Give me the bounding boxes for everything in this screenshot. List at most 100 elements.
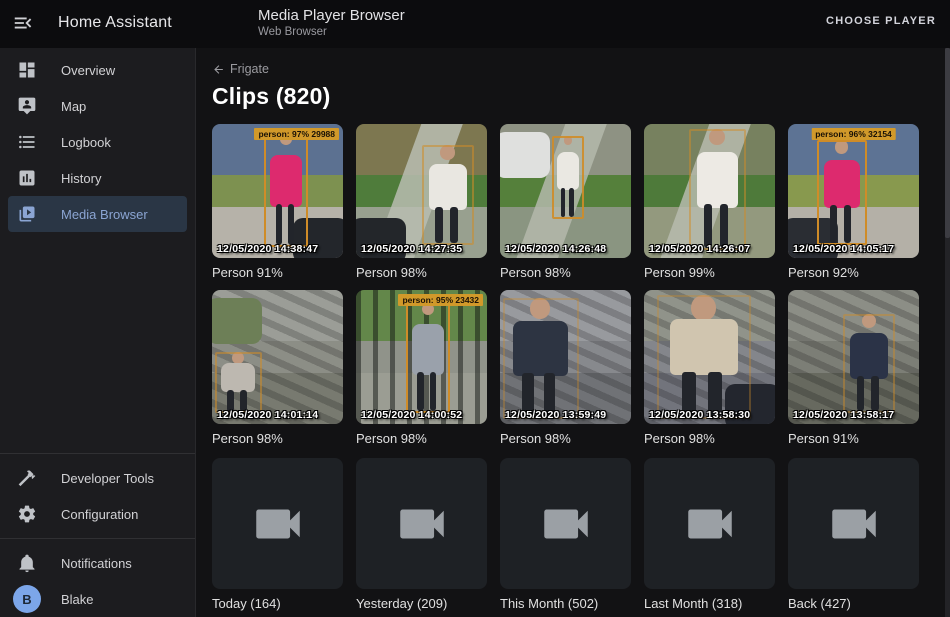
- clip-card[interactable]: 12/05/2020 14:26:48 Person 98%: [500, 124, 631, 280]
- sidebar-item-label: Media Browser: [61, 207, 148, 222]
- sidebar-item-overview[interactable]: Overview: [8, 52, 187, 88]
- sidebar-item-history[interactable]: History: [8, 160, 187, 196]
- clip-thumbnail: 12/05/2020 14:26:07: [644, 124, 775, 258]
- menu-open-icon: [12, 12, 34, 34]
- video-camera-icon: [537, 495, 595, 553]
- avatar: B: [13, 585, 41, 613]
- clip-timestamp: 12/05/2020 14:05:17: [793, 243, 894, 255]
- scrollbar[interactable]: [945, 48, 950, 617]
- sidebar-item-label: History: [61, 171, 101, 186]
- folder-tile: [212, 458, 343, 589]
- clip-card[interactable]: 12/05/2020 14:27:35 Person 98%: [356, 124, 487, 280]
- choose-player-button[interactable]: CHOOSE PLAYER: [826, 15, 936, 27]
- clip-timestamp: 12/05/2020 14:38:47: [217, 243, 318, 255]
- detection-bounding-box: [503, 298, 579, 419]
- folder-card-yesterday[interactable]: Yesterday (209): [356, 458, 487, 611]
- clip-thumbnail: person: 97% 29988 12/05/2020 14:38:47: [212, 124, 343, 258]
- folder-card-today[interactable]: Today (164): [212, 458, 343, 611]
- detection-bounding-box: [215, 352, 262, 414]
- folder-card-back[interactable]: Back (427): [788, 458, 919, 611]
- sidebar-item-label: Notifications: [61, 556, 132, 571]
- clip-thumbnail: 12/05/2020 14:26:48: [500, 124, 631, 258]
- user-name: Blake: [61, 592, 94, 607]
- clip-caption: Person 92%: [788, 265, 919, 280]
- clip-timestamp: 12/05/2020 14:27:35: [361, 243, 462, 255]
- topbar: Home Assistant Media Player Browser Web …: [0, 0, 950, 48]
- sidebar-item-developer-tools[interactable]: Developer Tools: [8, 460, 187, 496]
- clip-card[interactable]: person: 95% 23432 12/05/2020 14:00:52 Pers…: [356, 290, 487, 446]
- clip-timestamp: 12/05/2020 14:26:48: [505, 243, 606, 255]
- sidebar: Overview Map Logbook History Media Browser De…: [0, 48, 196, 617]
- clip-card[interactable]: 12/05/2020 13:58:30 Person 98%: [644, 290, 775, 446]
- folder-card-last-month[interactable]: Last Month (318): [644, 458, 775, 611]
- menu-toggle-button[interactable]: [12, 12, 38, 36]
- clip-timestamp: 12/05/2020 14:00:52: [361, 409, 462, 421]
- scene-object: [500, 132, 550, 178]
- clip-caption: Person 98%: [356, 431, 487, 446]
- clip-card[interactable]: person: 97% 2998812/05/2020 14:38:47Pers…: [212, 124, 343, 280]
- sidebar-item-configuration[interactable]: Configuration: [8, 496, 187, 532]
- sidebar-item-label: Logbook: [61, 135, 111, 150]
- sidebar-divider: [0, 453, 195, 454]
- media-subtitle: Web Browser: [258, 26, 405, 38]
- folder-card-this-month[interactable]: This Month (502): [500, 458, 631, 611]
- folder-label: Last Month (318): [644, 596, 775, 611]
- detection-label-chip: person: 96% 32154: [811, 128, 896, 140]
- sidebar-user-row[interactable]: B Blake: [8, 581, 187, 617]
- scene-object: [212, 298, 262, 344]
- clips-grid: person: 97% 29988 12/05/2020 14:38:47 Pers…: [212, 124, 945, 446]
- gear-icon: [17, 504, 37, 524]
- scrollbar-thumb[interactable]: [945, 48, 950, 238]
- detection-bounding-box: [843, 314, 895, 413]
- clip-card[interactable]: 12/05/2020 14:01:14Person 98%: [212, 290, 343, 446]
- clip-timestamp: 12/05/2020 13:59:49: [505, 409, 606, 421]
- sidebar-spacer: [0, 232, 195, 447]
- video-camera-icon: [249, 495, 307, 553]
- sidebar-item-notifications[interactable]: Notifications: [8, 545, 187, 581]
- logbook-list-icon: [17, 132, 37, 152]
- clip-card[interactable]: 12/05/2020 13:59:49 Person 98%: [500, 290, 631, 446]
- detection-label-chip: person: 97% 29988: [254, 128, 339, 140]
- clip-timestamp: 12/05/2020 13:58:30: [649, 409, 750, 421]
- clip-caption: Person 98%: [500, 265, 631, 280]
- sidebar-item-label: Configuration: [61, 507, 138, 522]
- clip-timestamp: 12/05/2020 14:01:14: [217, 409, 318, 421]
- folder-tile: [644, 458, 775, 589]
- video-camera-icon: [681, 495, 739, 553]
- sidebar-divider: [0, 538, 195, 539]
- clip-caption: Person 98%: [644, 431, 775, 446]
- folder-label: Today (164): [212, 596, 343, 611]
- clip-thumbnail: 12/05/2020 13:58:30: [644, 290, 775, 424]
- hammer-icon: [17, 468, 37, 488]
- clip-thumbnail: person: 96% 32154 12/05/2020 14:05:17: [788, 124, 919, 258]
- clip-caption: Person 98%: [500, 431, 631, 446]
- clip-thumbnail: 12/05/2020 14:27:35: [356, 124, 487, 258]
- folders-grid: Today (164) Yesterday (209)This Month (50…: [212, 458, 945, 611]
- clip-thumbnail: 12/05/2020 14:01:14: [212, 290, 343, 424]
- detection-bounding-box: [422, 145, 474, 244]
- detection-bounding-box: [264, 133, 307, 247]
- media-title: Media Player Browser: [258, 7, 405, 24]
- clip-thumbnail: person: 95% 23432 12/05/2020 14:00:52: [356, 290, 487, 424]
- sidebar-item-media-browser[interactable]: Media Browser: [8, 196, 187, 232]
- clip-card[interactable]: 12/05/2020 14:26:07Person 99%: [644, 124, 775, 280]
- app-title: Home Assistant: [58, 14, 172, 32]
- sidebar-item-label: Overview: [61, 63, 115, 78]
- clip-card[interactable]: 12/05/2020 13:58:17Person 91%: [788, 290, 919, 446]
- bell-icon: [17, 553, 37, 573]
- breadcrumb-back[interactable]: Frigate: [212, 61, 945, 77]
- back-arrow-icon: [212, 63, 225, 76]
- detection-label-chip: person: 95% 23432: [398, 294, 483, 306]
- media-header: Media Player Browser Web Browser: [258, 7, 405, 38]
- breadcrumb-label: Frigate: [230, 62, 269, 76]
- clip-card[interactable]: person: 96% 32154 12/05/2020 14:05:17 Pers…: [788, 124, 919, 280]
- sidebar-item-logbook[interactable]: Logbook: [8, 124, 187, 160]
- clip-timestamp: 12/05/2020 13:58:17: [793, 409, 894, 421]
- sidebar-item-map[interactable]: Map: [8, 88, 187, 124]
- history-chart-icon: [17, 168, 37, 188]
- clip-caption: Person 98%: [356, 265, 487, 280]
- clip-thumbnail: 12/05/2020 13:59:49: [500, 290, 631, 424]
- page-title: Clips (820): [212, 83, 945, 110]
- dashboard-icon: [17, 60, 37, 80]
- clip-timestamp: 12/05/2020 14:26:07: [649, 243, 750, 255]
